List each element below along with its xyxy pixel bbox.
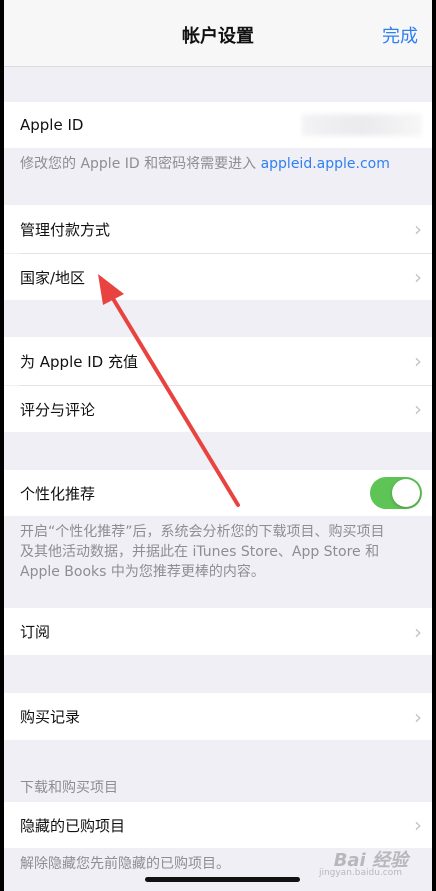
personalized-recommendations-toggle[interactable] <box>370 477 422 509</box>
personalized-recommendations-label: 个性化推荐 <box>20 484 96 503</box>
apple-id-footnote: 修改您的 Apple ID 和密码将需要进入 appleid.apple.com <box>20 154 422 174</box>
manage-payment-label: 管理付款方式 <box>20 220 111 239</box>
device-frame-right <box>432 0 436 891</box>
home-indicator <box>145 877 300 882</box>
subscriptions-row[interactable]: 订阅 › <box>4 608 432 655</box>
chevron-right-icon: › <box>414 349 422 373</box>
subscriptions-label: 订阅 <box>20 623 51 641</box>
personalized-footnote: 开启“个性化推荐”后，系统会分析您的下载项目、购买项目 及其他活动数据，并据此在… <box>20 522 422 582</box>
toggle-knob <box>392 479 420 507</box>
chevron-right-icon: › <box>414 813 422 837</box>
apple-id-topup-row[interactable]: 为 Apple ID 充值 › <box>4 337 432 385</box>
apple-id-label: Apple ID <box>20 116 84 134</box>
apple-id-footnote-text: 修改您的 Apple ID 和密码将需要进入 <box>20 156 261 172</box>
personalized-recommendations-row: 个性化推荐 <box>4 470 432 516</box>
chevron-right-icon: › <box>414 397 422 421</box>
country-region-row[interactable]: 国家/地区 › <box>4 254 432 300</box>
purchase-history-label: 购买记录 <box>20 708 81 726</box>
ratings-reviews-row[interactable]: 评分与评论 › <box>4 386 432 432</box>
done-button[interactable]: 完成 <box>382 22 418 48</box>
redacted-apple-id-value <box>302 114 422 136</box>
chevron-right-icon: › <box>414 619 422 644</box>
navigation-bar: 帐户设置 完成 <box>4 0 432 67</box>
personalized-footnote-line: 及其他活动数据，并据此在 iTunes Store、App Store 和 <box>20 544 380 560</box>
personalized-footnote-line: Apple Books 中为您推荐更棒的内容。 <box>20 564 265 580</box>
apple-id-row[interactable]: Apple ID <box>4 102 432 148</box>
chevron-right-icon: › <box>414 217 422 241</box>
personalized-footnote-line: 开启“个性化推荐”后，系统会分析您的下载项目、购买项目 <box>20 524 385 540</box>
ratings-reviews-label: 评分与评论 <box>20 400 96 419</box>
hidden-purchases-label: 隐藏的已购项目 <box>20 816 126 835</box>
watermark-url: jingyan.baidu.com <box>318 868 402 878</box>
page-title: 帐户设置 <box>182 26 254 47</box>
chevron-right-icon: › <box>414 704 422 729</box>
country-region-label: 国家/地区 <box>20 268 86 287</box>
purchase-history-row[interactable]: 购买记录 › <box>4 693 432 740</box>
chevron-right-icon: › <box>414 265 422 289</box>
apple-id-topup-label: 为 Apple ID 充值 <box>20 352 138 371</box>
downloads-section-header: 下载和购买项目 <box>20 780 118 796</box>
hidden-purchases-row[interactable]: 隐藏的已购项目 › <box>4 802 432 848</box>
manage-payment-row[interactable]: 管理付款方式 › <box>4 205 432 253</box>
appleid-link[interactable]: appleid.apple.com <box>261 156 390 172</box>
